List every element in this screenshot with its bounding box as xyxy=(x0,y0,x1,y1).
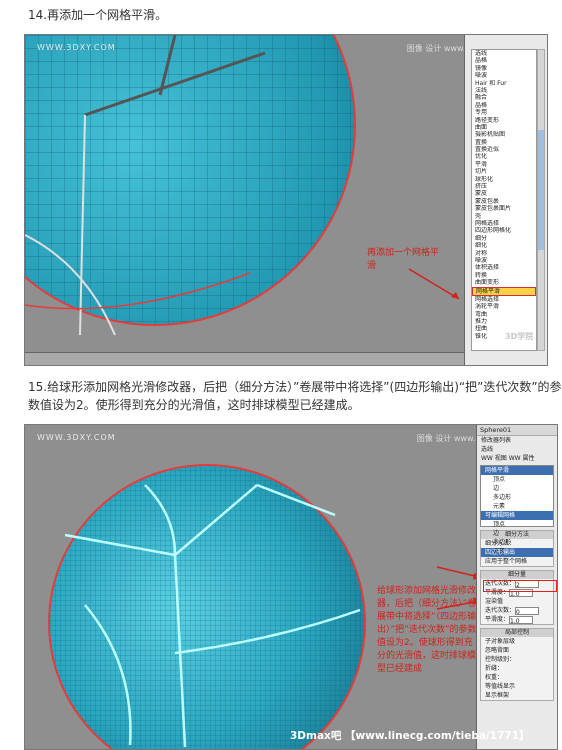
label: 细分方法： xyxy=(485,540,516,547)
modifier-list-item[interactable]: 晶格 xyxy=(472,57,536,64)
scroll-thumb[interactable] xyxy=(538,130,544,250)
modifier-list-item[interactable]: 壳 xyxy=(472,213,536,220)
modifier-list-item[interactable]: 蒙皮 xyxy=(472,190,536,197)
modifier-list-item[interactable]: 网格选择 xyxy=(472,220,536,227)
modifier-list-item[interactable]: 推力 xyxy=(472,318,536,325)
modifier-list-item[interactable]: 网格选择 xyxy=(472,296,536,303)
footer-caption: 3Dmax吧 【www.linecg.com/tieba/1771】 xyxy=(290,730,530,742)
modifier-list[interactable]: 选线 晶格 镜像 噪波 Hair 和 Fur 法线 融合 晶格 专用 路径变形 曲面 摄影机贴图 置换置… xyxy=(471,49,537,351)
button-row[interactable]: WW 视图 WW 属性 xyxy=(477,454,557,463)
modifier-list-item[interactable]: 转换 xyxy=(472,272,536,279)
stack-item[interactable]: 顶点 xyxy=(481,475,553,484)
tab-b[interactable]: WW 视图 xyxy=(481,455,507,462)
modifier-list-item[interactable]: 置换近似 xyxy=(472,146,536,153)
stack-item[interactable]: 多边形 xyxy=(481,493,553,502)
modifier-list-item[interactable]: 噪波 xyxy=(472,257,536,264)
modify-panel: Sphere01 修改器列表 选线 WW 视图 WW 属性 网格平滑 顶点边多边形… xyxy=(476,425,557,749)
modifier-list-item[interactable]: 融合 xyxy=(472,94,536,101)
render-values-label: 渲染值 xyxy=(485,598,504,605)
screenshot-step14: WWW.3DXY.COM 再添加一个网格平滑 图像 设计 www.PSKA.CO… xyxy=(24,34,548,366)
weight-label: 权重： xyxy=(485,674,504,681)
modifier-list-item[interactable]: 挤压 xyxy=(472,183,536,190)
modifier-list-item[interactable]: 置换 xyxy=(472,139,536,146)
object-name[interactable]: Sphere01 xyxy=(477,425,557,436)
modifier-list-item[interactable]: 法线 xyxy=(472,87,536,94)
highlight-box xyxy=(483,580,557,592)
modifier-panel: 选线 晶格 镜像 噪波 Hair 和 Fur 法线 融合 晶格 专用 路径变形 曲面 摄影机贴图 置换置… xyxy=(464,35,547,365)
modifier-list-item[interactable]: 细分 xyxy=(472,235,536,242)
modifier-stack[interactable]: 网格平滑顶点边多边形元素可编辑网格顶点边多边形元素 xyxy=(480,465,554,555)
rollout-title[interactable]: 细分方法 xyxy=(481,531,553,539)
modifier-list-dropdown[interactable]: 修改器列表 xyxy=(477,436,557,445)
stack-item[interactable]: 顶点 xyxy=(481,520,553,529)
modifier-list-item[interactable]: 专用 xyxy=(472,109,536,116)
modifier-list-item[interactable]: 蒙皮包裹面片 xyxy=(472,205,536,212)
tab-a[interactable]: 选线 xyxy=(481,446,493,453)
scrollbar[interactable] xyxy=(537,49,545,351)
modifier-list-item[interactable]: 晶格 xyxy=(472,102,536,109)
modifier-list-item[interactable]: 摄影机贴图 xyxy=(472,131,536,138)
render-smooth-input[interactable]: 1.0 xyxy=(509,615,534,624)
ignore-backface-checkbox[interactable]: 忽略背面 xyxy=(481,646,553,655)
modifier-list-item[interactable]: 切片 xyxy=(472,168,536,175)
modifier-list-item[interactable]: 噪波 xyxy=(472,72,536,79)
rollout-title[interactable]: 局部控制 xyxy=(481,629,553,637)
render-smooth-row: 平滑度：1.0 xyxy=(481,615,553,624)
modifier-list-item[interactable]: 平滑 xyxy=(472,161,536,168)
apply-whole-checkbox[interactable]: 应用于整个网格 xyxy=(481,557,553,566)
modifier-list-item[interactable]: 曲面变形 xyxy=(472,279,536,286)
render-iter-label: 迭代次数： xyxy=(485,607,516,614)
modifier-list-item[interactable]: Hair 和 Fur xyxy=(472,80,536,87)
ball-viewport-svg xyxy=(25,35,356,336)
subdiv-method-select[interactable]: 四边形输出 xyxy=(481,548,553,557)
modifier-list-item[interactable]: 曲面 xyxy=(472,124,536,131)
modifier-list-item[interactable]: 镜像 xyxy=(472,65,536,72)
timeline-ruler[interactable] xyxy=(25,352,465,365)
modifier-list-item[interactable]: 选线 xyxy=(472,50,536,57)
render-iter-input[interactable]: 0 xyxy=(515,606,540,615)
logo: 3D学院 xyxy=(505,332,534,341)
watermark: WWW.3DXY.COM xyxy=(37,43,116,52)
modifier-list-item[interactable]: 对称 xyxy=(472,250,536,257)
modifier-list-item[interactable]: 路径变形 xyxy=(472,117,536,124)
button-row[interactable]: 选线 xyxy=(477,445,557,454)
arrow-icon xyxy=(408,268,460,300)
render-iter-row: 迭代次数：0 xyxy=(481,606,553,615)
modifier-list-item[interactable]: 网格平滑 xyxy=(472,286,536,296)
modifier-list-item[interactable]: 四边形网格化 xyxy=(472,227,536,234)
tab-c[interactable]: WW 属性 xyxy=(509,455,535,462)
stack-item[interactable]: 网格平滑 xyxy=(481,466,553,475)
modifier-list-item[interactable]: 涡轮平滑 xyxy=(472,303,536,310)
crease-label: 折缝： xyxy=(485,665,504,672)
watermark: WWW.3DXY.COM xyxy=(37,433,116,442)
local-control-rollout: 局部控制 子对象层级 忽略背面 控制级别： 折缝： 权重： 等值线显示 显示框架 xyxy=(480,628,554,701)
modifier-list-item[interactable]: 弯曲 xyxy=(472,311,536,318)
show-cage-checkbox[interactable]: 显示框架 xyxy=(481,691,553,700)
modifier-list-item[interactable]: 细化 xyxy=(472,242,536,249)
modifier-list-item[interactable]: 体积选择 xyxy=(472,264,536,271)
subdiv-amount-rollout: 细分量 迭代次数：2 平滑度：1.0 渲染值 迭代次数：0 平滑度：1.0 xyxy=(480,570,557,625)
viewport[interactable]: WWW.3DXY.COM 再添加一个网格平滑 xyxy=(25,35,465,365)
modifier-list-item[interactable]: 球形化 xyxy=(472,176,536,183)
subdiv-method-rollout: 细分方法 细分方法： 四边形输出 应用于整个网格 xyxy=(480,530,554,567)
control-level-label: 控制级别： xyxy=(485,656,516,663)
render-smooth-label: 平滑度： xyxy=(485,616,510,623)
step-14-heading: 14.再添加一个网格平滑。 xyxy=(28,8,168,22)
stack-item[interactable]: 可编辑网格 xyxy=(481,511,553,520)
viewport[interactable]: WWW.3DXY.COM 给球形添加网格光滑修改器，后把（细分方法）”卷展带中将… xyxy=(25,425,481,749)
step-15-paragraph: 15.给球形添加网格光滑修改器，后把（细分方法）”卷展带中将选择”(四边形输出)… xyxy=(28,380,562,412)
rollout-title[interactable]: 细分量 xyxy=(481,571,553,579)
modifier-list-item[interactable]: 优化 xyxy=(472,153,536,160)
sub-object-level: 子对象层级 xyxy=(485,638,516,645)
stack-item[interactable]: 元素 xyxy=(481,502,553,511)
screenshot-step15: WWW.3DXY.COM 给球形添加网格光滑修改器，后把（细分方法）”卷展带中将… xyxy=(24,424,558,750)
isoline-checkbox[interactable]: 等值线显示 xyxy=(481,682,553,691)
modifier-list-item[interactable]: 蒙皮包裹 xyxy=(472,198,536,205)
stack-item[interactable]: 边 xyxy=(481,484,553,493)
